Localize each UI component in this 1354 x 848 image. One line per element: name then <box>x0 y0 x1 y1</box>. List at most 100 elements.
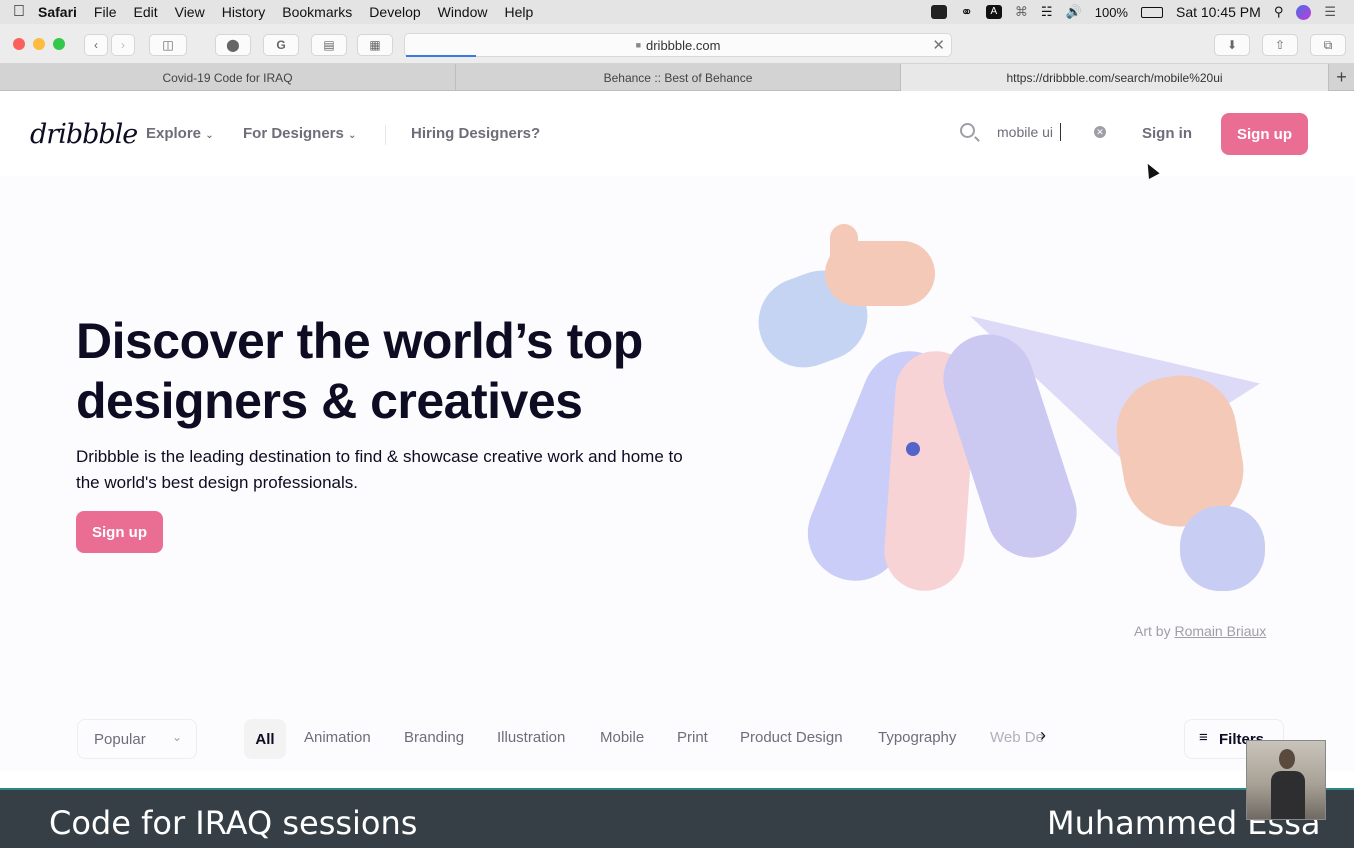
header-sign-up-button[interactable]: Sign up <box>1221 113 1308 155</box>
tab-bar: Covid-19 Code for IRAQ Behance :: Best o… <box>0 64 1354 91</box>
banner-session-title: Code for IRAQ sessions <box>49 804 418 842</box>
menu-edit[interactable]: Edit <box>133 4 157 20</box>
chevron-down-icon: ⌄ <box>348 130 357 141</box>
address-bar[interactable]: ■ dribbble.com ✕ <box>404 33 952 57</box>
tab-covid-code-for-iraq[interactable]: Covid-19 Code for IRAQ <box>0 64 456 91</box>
notification-icon[interactable] <box>931 5 948 19</box>
webcam-person-body <box>1271 771 1305 819</box>
menu-develop[interactable]: Develop <box>369 4 420 20</box>
art-credit-author-link[interactable]: Romain Briaux <box>1174 623 1266 639</box>
menu-history[interactable]: History <box>222 4 266 20</box>
menu-file[interactable]: File <box>94 4 117 20</box>
lock-icon: ■ <box>635 40 641 50</box>
hero-title-line-1: Discover the world’s top <box>76 313 643 369</box>
menu-window[interactable]: Window <box>438 4 488 20</box>
downloads-button[interactable]: ⬇ <box>1214 34 1250 56</box>
tab-label: https://dribbble.com/search/mobile%20ui <box>1006 70 1223 85</box>
hero-title: Discover the world’s top designers & cre… <box>76 311 643 431</box>
menu-help[interactable]: Help <box>504 4 533 20</box>
extension-button-4[interactable]: ▦ <box>357 34 393 56</box>
illustration-swatch-hole <box>906 442 920 456</box>
hero-description: Dribbble is the leading destination to f… <box>76 444 683 496</box>
art-credit-prefix: Art by <box>1134 623 1171 639</box>
category-typography[interactable]: Typography <box>878 729 956 746</box>
volume-icon[interactable]: 🔊 <box>1066 4 1082 20</box>
session-banner: Code for IRAQ sessions Muhammed Essa <box>0 788 1354 848</box>
category-web-design[interactable]: Web De <box>990 729 1044 746</box>
nav-for-designers[interactable]: For Designers ⌄ <box>243 125 356 142</box>
web-page: dribbble Explore ⌄ For Designers ⌄ Hirin… <box>0 91 1354 848</box>
chevron-down-icon: ⌄ <box>171 730 182 744</box>
bluetooth-icon[interactable]: ⌘ <box>1015 4 1028 20</box>
tab-overview-button[interactable]: ⧉ <box>1310 34 1346 56</box>
chevron-down-icon: ⌄ <box>205 130 214 141</box>
category-illustration[interactable]: Illustration <box>497 729 565 746</box>
filter-lines-icon: ≡ <box>1199 729 1208 746</box>
browser-toolbar: ‹ › ◫ ⬤ G ▤ ▦ ■ dribbble.com ✕ ⬇ ⇧ ⧉ <box>0 24 1354 64</box>
tab-label: Behance :: Best of Behance <box>603 70 753 85</box>
extension-button-3[interactable]: ▤ <box>311 34 347 56</box>
search-icon <box>960 123 975 138</box>
text-cursor <box>1060 123 1061 141</box>
control-center-icon[interactable]: ☰ <box>1324 4 1336 20</box>
share-button[interactable]: ⇧ <box>1262 34 1298 56</box>
forward-button[interactable]: › <box>111 34 135 56</box>
extension-button-2[interactable]: G <box>263 34 299 56</box>
nav-for-designers-label: For Designers <box>243 125 344 142</box>
webcam-person-head <box>1279 749 1295 769</box>
category-all[interactable]: All <box>244 719 286 759</box>
hero-illustration <box>740 216 1280 606</box>
category-mobile[interactable]: Mobile <box>600 729 644 746</box>
illustration-hand-top-finger <box>830 224 858 269</box>
hero-sign-up-button[interactable]: Sign up <box>76 511 163 553</box>
nav-hiring-designers[interactable]: Hiring Designers? <box>411 125 540 142</box>
stop-loading-icon[interactable]: ✕ <box>932 36 945 54</box>
sign-in-link[interactable]: Sign in <box>1142 125 1192 142</box>
search-box[interactable]: mobile ui ✕ <box>948 111 1120 155</box>
tab-label: Covid-19 Code for IRAQ <box>162 70 293 85</box>
hero-description-line-1: Dribbble is the leading destination to f… <box>76 447 683 466</box>
wifi-icon[interactable]: ☵ <box>1041 4 1053 20</box>
creative-cloud-icon[interactable]: ⚭ <box>960 3 973 21</box>
category-product-design[interactable]: Product Design <box>740 729 843 746</box>
address-text: dribbble.com <box>646 37 721 53</box>
battery-icon[interactable] <box>1140 6 1163 18</box>
status-area: ⚭ A ⌘ ☵ 🔊 100% Sat 10:45 PM ⚲ ☰ <box>931 0 1336 24</box>
clear-search-icon[interactable]: ✕ <box>1094 126 1106 138</box>
search-icon-handle <box>974 136 980 142</box>
menu-view[interactable]: View <box>175 4 205 20</box>
page-load-progress <box>406 55 476 57</box>
nav-explore-label: Explore <box>146 125 202 142</box>
menu-bookmarks[interactable]: Bookmarks <box>282 4 352 20</box>
close-window-icon[interactable] <box>13 38 25 50</box>
webcam-thumbnail <box>1246 740 1326 820</box>
category-branding[interactable]: Branding <box>404 729 464 746</box>
back-button[interactable]: ‹ <box>84 34 108 56</box>
apple-icon[interactable]:  <box>0 3 38 21</box>
extension-button-1[interactable]: ⬤ <box>215 34 251 56</box>
spotlight-search-icon[interactable]: ⚲ <box>1274 4 1284 20</box>
search-input[interactable]: mobile ui <box>997 124 1053 140</box>
siri-icon[interactable] <box>1296 4 1312 20</box>
minimize-window-icon[interactable] <box>33 38 45 50</box>
menu-app-name[interactable]: Safari <box>38 4 77 20</box>
battery-percent: 100% <box>1094 4 1128 20</box>
category-print[interactable]: Print <box>677 729 708 746</box>
illustration-sleeve-right <box>1180 506 1265 591</box>
zoom-window-icon[interactable] <box>53 38 65 50</box>
nav-divider <box>385 125 386 145</box>
dribbble-logo[interactable]: dribbble <box>30 119 138 150</box>
scroll-categories-right-icon[interactable]: › <box>1040 725 1046 746</box>
tab-behance[interactable]: Behance :: Best of Behance <box>456 64 901 91</box>
hero-title-line-2: designers & creatives <box>76 373 583 429</box>
text-input-icon[interactable]: A <box>985 5 1002 19</box>
tab-dribbble-search[interactable]: https://dribbble.com/search/mobile%20ui <box>901 64 1329 91</box>
menu-bar:  Safari File Edit View History Bookmark… <box>0 0 1354 24</box>
sort-dropdown[interactable]: Popular ⌄ <box>77 719 197 759</box>
new-tab-button[interactable]: + <box>1329 64 1354 91</box>
clock[interactable]: Sat 10:45 PM <box>1176 4 1261 20</box>
category-animation[interactable]: Animation <box>304 729 371 746</box>
sidebar-toggle-button[interactable]: ◫ <box>149 34 187 56</box>
sort-dropdown-label: Popular <box>94 731 146 748</box>
nav-explore[interactable]: Explore ⌄ <box>146 125 214 142</box>
